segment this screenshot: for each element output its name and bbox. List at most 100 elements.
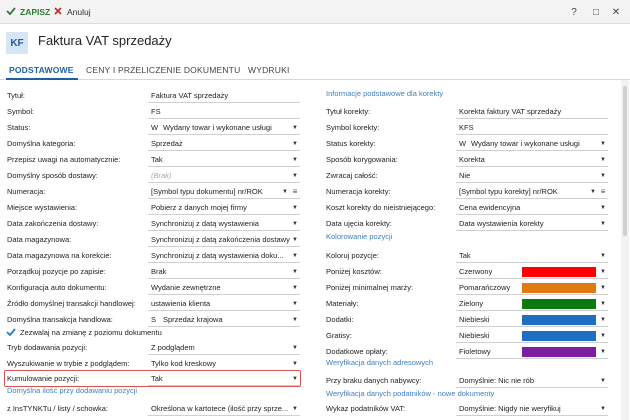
chevron-down-icon: ▼ (600, 220, 606, 227)
document-header: KF Faktura VAT sprzedaży (0, 24, 630, 62)
chevron-down-icon: ▼ (600, 268, 606, 275)
transaction-source-select[interactable]: ustawienia klienta ▼ (148, 297, 300, 311)
delivery-end-date-select[interactable]: Synchronizuj z datą wystawienia ▼ (148, 217, 300, 231)
chevron-down-icon: ▼ (600, 140, 606, 147)
checkmark-icon (6, 6, 16, 18)
tab-podstawowe[interactable]: PODSTAWOWE (9, 65, 74, 79)
field-label: Numeracja korekty: (326, 187, 391, 196)
field-label: Dodatki: (326, 315, 354, 324)
chevron-down-icon: ▼ (292, 360, 298, 367)
save-button[interactable]: ZAPISZ (6, 4, 50, 20)
chevron-down-icon: ▼ (600, 252, 606, 259)
chevron-down-icon: ▼ (600, 377, 606, 384)
tab-ceny[interactable]: CENY I PRZELICZENIE DOKUMENTU (86, 65, 240, 79)
chevron-down-icon: ▼ (292, 375, 298, 382)
return-all-select[interactable]: Nie ▼ (456, 169, 608, 183)
field-label: Symbol korekty: (326, 123, 380, 132)
form-content: Tytuł: Faktura VAT sprzedaży Symbol: FS … (0, 80, 630, 420)
accumulate-items-select[interactable]: Tak ▼ (148, 372, 300, 386)
delivery-method-select[interactable]: (Brak) ▼ (148, 169, 300, 183)
maximize-icon[interactable]: □ (588, 4, 604, 20)
close-window-icon[interactable]: ✕ (608, 4, 624, 20)
copy-notes-select[interactable]: Tak ▼ (148, 153, 300, 167)
cancel-button[interactable]: Anuluj (53, 4, 91, 20)
title-input[interactable]: Faktura VAT sprzedaży (148, 89, 300, 103)
field-label: Numeracja: (7, 187, 46, 196)
field-label: Przy braku danych nabywcy: (326, 376, 422, 385)
tab-wydruki[interactable]: WYDRUKI (248, 65, 290, 79)
field-label: Wykaz podatników VAT: (326, 404, 406, 413)
field-label: Domyślny sposób dostawy: (7, 171, 98, 180)
chevron-down-icon: ▼ (600, 156, 606, 163)
chevron-down-icon: ▼ (292, 156, 298, 163)
warehouse-date-select[interactable]: Synchronizuj z datą zakończenia dostawy ▼ (148, 233, 300, 247)
field-label: Źródło domyślnej transakcji handlowej: (7, 299, 136, 308)
field-label: Status: (7, 123, 31, 132)
sort-items-select[interactable]: Brak ▼ (148, 265, 300, 279)
correction-status-select[interactable]: W Wydany towar i wykonane usługi ▼ (456, 137, 608, 151)
section-address-verification: Weryfikacja danych adresowych (326, 358, 433, 367)
chevron-down-icon: ▼ (600, 316, 606, 323)
field-label: Przepisz uwagi na automatycznie: (7, 155, 121, 164)
menu-icon[interactable]: ≡ (598, 187, 608, 196)
field-label: Status korekty: (326, 139, 376, 148)
color-swatch-green (522, 299, 596, 309)
chevron-down-icon: ▼ (292, 172, 298, 179)
chevron-down-icon: ▼ (292, 124, 298, 131)
color-items-select[interactable]: Tak ▼ (456, 249, 608, 263)
auto-document-select[interactable]: Wydanie zewnętrzne ▼ (148, 281, 300, 295)
chevron-down-icon: ▼ (292, 220, 298, 227)
status-select[interactable]: W Wydany towar i wykonane usługi ▼ (148, 121, 300, 135)
help-icon[interactable]: ? (566, 4, 582, 20)
color-swatch-purple (522, 347, 596, 357)
save-label: ZAPISZ (20, 7, 51, 17)
chevron-down-icon: ▼ (292, 140, 298, 147)
vat-list-verification-select[interactable]: Domyślnie: Nigdy nie weryfikuj ▼ (456, 402, 608, 416)
correction-cost-select[interactable]: Cena ewidencyjna ▼ (456, 201, 608, 215)
issue-place-select[interactable]: Pobierz z danych mojej firmy ▼ (148, 201, 300, 215)
field-label: Gratisy: (326, 331, 352, 340)
correction-title-input[interactable]: Korekta faktury VAT sprzedaży (456, 105, 608, 119)
symbol-input[interactable]: FS (148, 105, 300, 119)
scrollbar-thumb[interactable] (623, 86, 627, 236)
category-select[interactable]: Sprzedaż ▼ (148, 137, 300, 151)
checkmark-icon (6, 327, 16, 337)
chevron-down-icon: ▼ (292, 236, 298, 243)
numbering-select[interactable]: [Symbol typu dokumentu] nr/ROK ▼ ≡ (148, 185, 300, 199)
chevron-down-icon: ▼ (292, 252, 298, 259)
field-label: Miejsce wystawienia: (7, 203, 78, 212)
chevron-down-icon: ▼ (292, 405, 298, 412)
tab-bar: PODSTAWOWE CENY I PRZELICZENIE DOKUMENTU… (0, 62, 630, 80)
field-label: Sposób korygowania: (326, 155, 398, 164)
allow-change-checkbox[interactable]: Zezwalaj na zmianę z poziomu dokumentu (6, 327, 162, 337)
field-label: Poniżej minimalnej marży: (326, 283, 414, 292)
correction-date-select[interactable]: Data wystawienia korekty ▼ (456, 217, 608, 231)
menu-icon[interactable]: ≡ (290, 187, 300, 196)
chevron-down-icon: ▼ (600, 284, 606, 291)
chevron-down-icon: ▼ (292, 344, 298, 351)
correction-numbering-select[interactable]: [Symbol typu korekty] nr/ROK ▼ ≡ (456, 185, 608, 199)
correction-symbol-input[interactable]: KFS (456, 121, 608, 135)
preview-search-select[interactable]: Tylko kod kreskowy ▼ (148, 357, 300, 371)
section-correction-info: Informacje podstawowe dla korekty (326, 89, 444, 98)
field-label: Data ujęcia korekty: (326, 219, 392, 228)
missing-buyer-data-select[interactable]: Domyślnie: Nic nie rób ▼ (456, 374, 608, 388)
chevron-down-icon: ▼ (600, 332, 606, 339)
field-label: Koszt korekty do nieistniejącego: (326, 203, 436, 212)
correction-method-select[interactable]: Korekta ▼ (456, 153, 608, 167)
field-label: Tytuł: (7, 91, 25, 100)
field-label: Tryb dodawania pozycji: (7, 343, 88, 352)
color-swatch-blue (522, 331, 596, 341)
section-taxpayers-verification: Weryfikacja danych podatników - nowe dok… (326, 389, 495, 398)
transaction-select[interactable]: S Sprzedaż krajowa ▼ (148, 313, 300, 327)
color-swatch-blue (522, 315, 596, 325)
checkbox-label: Zezwalaj na zmianę z poziomu dokumentu (20, 327, 162, 337)
field-label: Domyślna kategoria: (7, 139, 76, 148)
chevron-down-icon: ▼ (600, 405, 606, 412)
toolbar: ZAPISZ Anuluj ? □ ✕ (0, 0, 630, 24)
add-mode-select[interactable]: Z podglądem ▼ (148, 341, 300, 355)
warehouse-date-correction-select[interactable]: Synchronizuj z datą wystawienia doku... ▼ (148, 249, 300, 263)
field-label: z InsTYNKTu / listy / schowka: (7, 404, 108, 413)
instynkt-quantity-select[interactable]: Określona w kartotece (ilość przy sprze.… (148, 402, 300, 416)
field-label: Dodatkowe opłaty: (326, 347, 388, 356)
